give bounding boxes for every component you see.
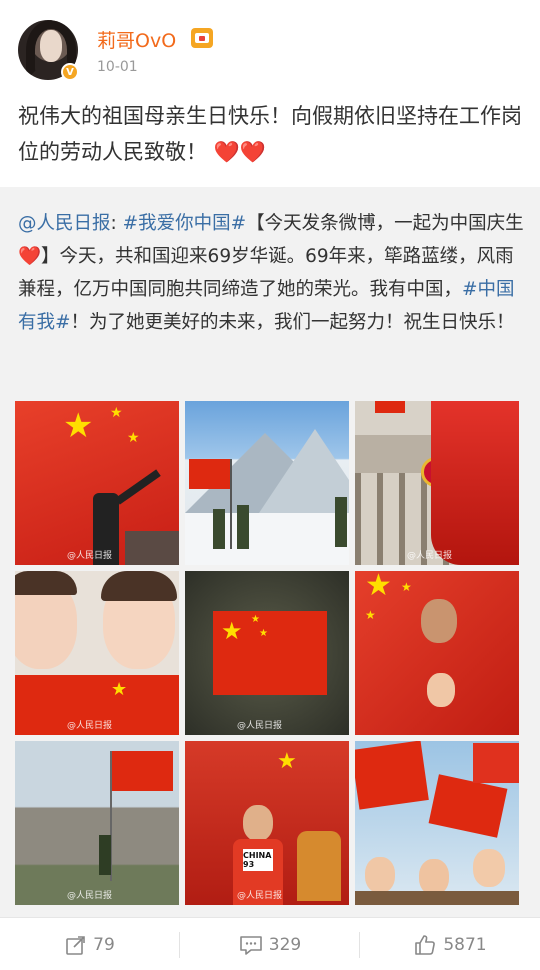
children-waving-flags-photo[interactable] [355, 741, 519, 905]
member-icon[interactable] [191, 28, 213, 48]
thumbs-up-icon [415, 934, 436, 955]
comment-icon [239, 935, 262, 955]
flag-star-icon: ★ [365, 571, 392, 603]
snow-field [185, 513, 349, 565]
username[interactable]: 莉哥OvO [97, 26, 176, 53]
comment-button[interactable]: 329 [180, 918, 360, 970]
child-face [473, 849, 505, 887]
soldier [335, 497, 347, 547]
soldier-arm [115, 469, 161, 505]
heart-emoji-icon: ❤️❤️ [213, 140, 266, 164]
flag-star-icon: ★ [111, 679, 128, 700]
soldier [237, 505, 249, 549]
repost-button[interactable]: 79 [0, 918, 180, 970]
tiananmen-flags-photo[interactable]: @人民日报 [355, 401, 519, 565]
child-face [427, 673, 455, 707]
watermark: @人民日报 [67, 721, 113, 731]
flag-star-icon: ★ [221, 617, 243, 645]
heart-emoji-icon: ❤️ [18, 246, 42, 267]
flag-raising-photo[interactable]: ★ ★ ★ @人民日报 [15, 401, 179, 565]
watermark: @人民日报 [407, 551, 453, 561]
aerial-flag-photo[interactable]: ★ ★ ★ @人民日报 [185, 571, 349, 735]
watermark: @人民日报 [67, 551, 113, 561]
repost-colon: : [110, 213, 123, 234]
repost-card[interactable]: @人民日报: #我爱你中国#【今天发条微博，一起为中国庆生 ❤️】今天，共和国迎来… [0, 187, 540, 917]
flag-star-icon: ★ [365, 608, 376, 622]
small-flag [355, 741, 429, 810]
like-button[interactable]: 5871 [360, 918, 540, 970]
action-bar: 79 329 5871 [0, 917, 540, 970]
flag-pole [230, 459, 232, 549]
coast-flag-photo[interactable]: @人民日报 [15, 741, 179, 905]
small-flag [189, 459, 231, 489]
mention-link[interactable]: @人民日报 [18, 213, 111, 234]
girl-hair [101, 571, 177, 601]
flag-star-icon: ★ [259, 628, 268, 639]
small-flag [428, 774, 508, 838]
waving-flag [431, 401, 519, 565]
child-face [419, 859, 449, 895]
post-body: 祝伟大的祖国母亲生日快乐！向假期依旧坚持在工作岗位的劳动人民致敬！ [18, 104, 522, 164]
small-flag [111, 751, 173, 791]
post-header: V 莉哥OvO 10-01 [0, 0, 540, 92]
snow-mountain-soldiers-photo[interactable] [185, 401, 349, 565]
child-face [365, 857, 395, 893]
soldier [213, 509, 225, 549]
like-count: 5871 [443, 934, 487, 955]
photographer [297, 831, 341, 901]
watermark: @人民日报 [237, 891, 283, 901]
man-face [421, 599, 457, 643]
building-corner [125, 531, 179, 565]
watermark: @人民日报 [237, 721, 283, 731]
small-flag [473, 743, 519, 783]
post-text: 祝伟大的祖国母亲生日快乐！向假期依旧坚持在工作岗位的劳动人民致敬！ ❤️❤️ [18, 98, 524, 170]
flag-star-icon: ★ [251, 614, 260, 625]
flag-star-icon: ★ [401, 580, 412, 594]
flag-star-icon: ★ [127, 430, 140, 446]
hashtag-link-1[interactable]: #我爱你中国# [123, 213, 247, 234]
avatar-face [40, 30, 62, 62]
girls-with-flags-photo[interactable]: ★ @人民日报 [15, 571, 179, 735]
soldier [99, 835, 111, 875]
verified-badge-icon: V [61, 63, 79, 81]
athlete-face [243, 805, 273, 841]
post-time: 10-01 [97, 59, 138, 75]
crowd [355, 891, 519, 905]
comment-count: 329 [268, 934, 302, 955]
repost-count: 79 [93, 934, 115, 955]
athlete-flag-photo[interactable]: ★ CHINA 93 @人民日报 [185, 741, 349, 905]
repost-text: @人民日报: #我爱你中国#【今天发条微博，一起为中国庆生 ❤️】今天，共和国迎来… [18, 207, 524, 339]
repost-body-2: ！为了她更美好的未来，我们一起努力！祝生日快乐！ [70, 312, 515, 333]
man-and-child-flag-photo[interactable]: ★ ★ ★ [355, 571, 519, 735]
watermark: @人民日报 [67, 891, 113, 901]
flag-star-icon: ★ [110, 405, 123, 421]
girl-hair [15, 571, 77, 595]
share-icon [66, 935, 85, 955]
waving-flag [375, 401, 405, 413]
bib-number: CHINA 93 [243, 849, 273, 871]
repost-body-1: 】今天，共和国迎来69岁华诞。69年来，筚路蓝缕，风雨兼程，亿万中国同胞共同缔造… [18, 246, 514, 300]
flag-star-icon: ★ [277, 749, 297, 774]
repost-bracket-text: 【今天发条微博，一起为中国庆生 [246, 213, 524, 234]
flag-star-icon: ★ [63, 406, 94, 446]
